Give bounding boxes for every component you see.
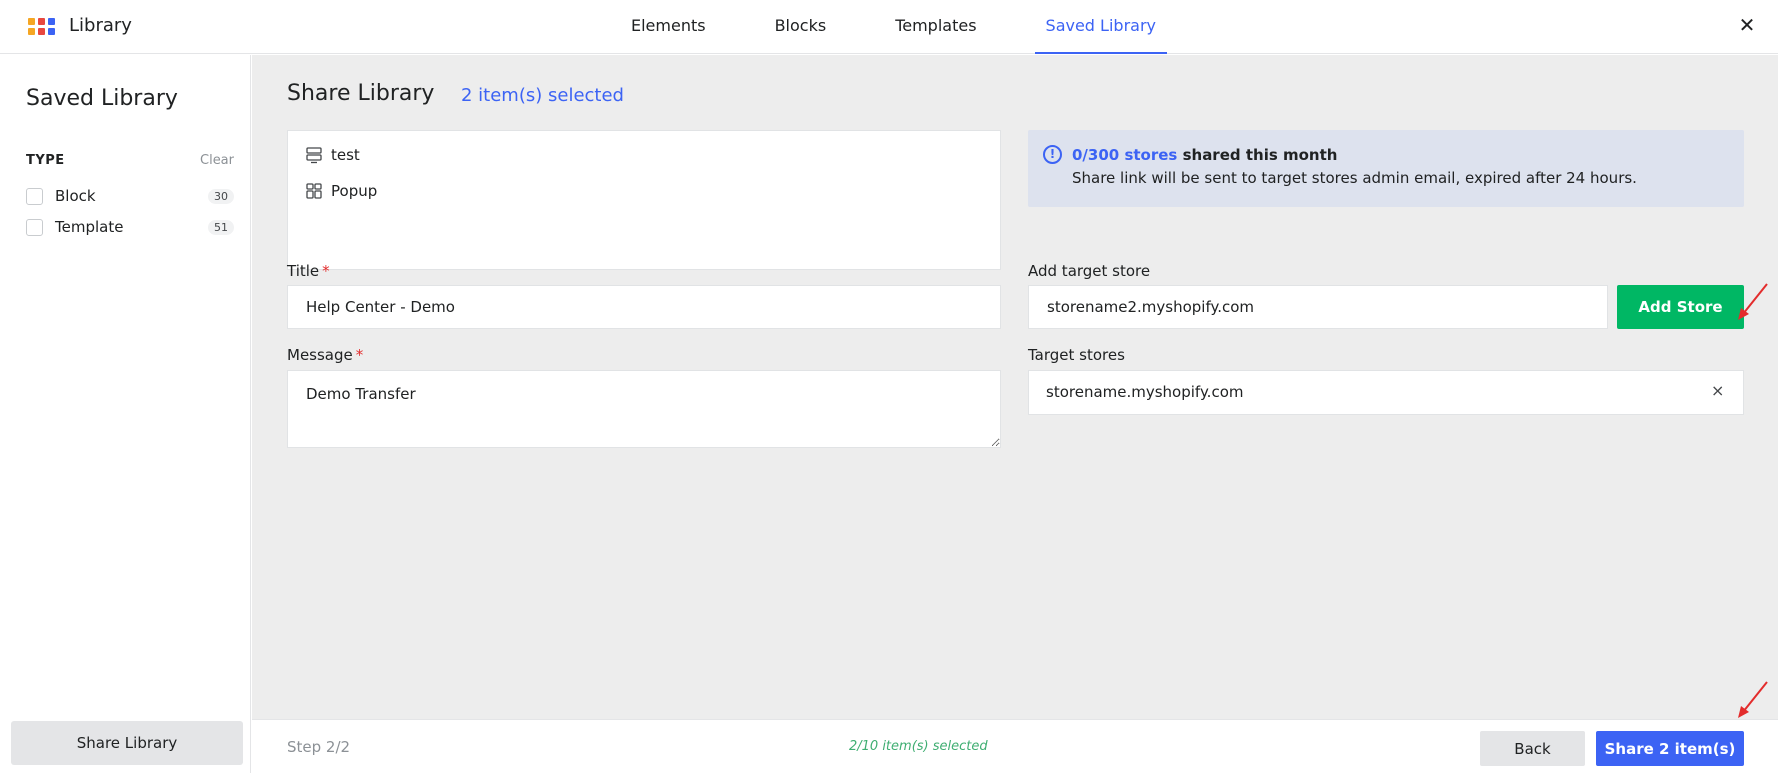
add-store-button[interactable]: Add Store xyxy=(1617,285,1744,329)
filter-block[interactable]: Block 30 xyxy=(26,185,234,207)
tab-blocks[interactable]: Blocks xyxy=(764,0,838,54)
annotation-arrow-icon xyxy=(1738,681,1768,718)
count-badge: 30 xyxy=(208,188,234,204)
selected-items-list: test Popup xyxy=(287,130,1001,270)
tab-saved-library[interactable]: Saved Library xyxy=(1034,0,1167,54)
tab-elements[interactable]: Elements xyxy=(620,0,717,54)
message-field[interactable]: Demo Transfer xyxy=(287,370,1001,448)
list-item: test xyxy=(305,146,360,164)
popup-icon xyxy=(306,183,322,199)
selected-count: 2 item(s) selected xyxy=(461,85,624,106)
top-bar: Library Elements Blocks Templates Saved … xyxy=(0,0,1778,54)
share-items-button[interactable]: Share 2 item(s) xyxy=(1596,731,1744,766)
filter-label: Block xyxy=(55,187,96,205)
section-icon xyxy=(306,147,322,164)
page-title: Share Library xyxy=(287,81,435,106)
add-target-label: Add target store xyxy=(1028,262,1151,280)
footer-selected-count: 2/10 item(s) selected xyxy=(849,739,988,754)
share-library-button[interactable]: Share Library xyxy=(11,721,243,765)
count-badge: 51 xyxy=(208,219,234,235)
tab-bar: Elements Blocks Templates Saved Library xyxy=(620,0,1214,54)
footer-bar: Step 2/2 2/10 item(s) selected Back Shar… xyxy=(252,719,1778,773)
sidebar: Saved Library TYPE Clear Block 30 Templa… xyxy=(0,55,251,773)
template-checkbox[interactable] xyxy=(26,218,43,236)
message-label: Message * xyxy=(287,346,364,364)
step-indicator: Step 2/2 xyxy=(287,738,351,756)
info-icon: ! xyxy=(1043,145,1062,164)
target-store-name: storename.myshopify.com xyxy=(1046,383,1244,401)
sidebar-title: Saved Library xyxy=(26,86,178,111)
filter-label: Template xyxy=(55,218,124,236)
block-checkbox[interactable] xyxy=(26,187,43,205)
annotation-arrow-icon xyxy=(1738,283,1768,320)
list-item: Popup xyxy=(305,182,377,200)
target-store-input[interactable] xyxy=(1028,285,1608,329)
filter-heading: TYPE xyxy=(26,153,65,168)
clear-filters-link[interactable]: Clear xyxy=(200,153,234,168)
item-name: Popup xyxy=(331,182,378,200)
title-field[interactable] xyxy=(287,285,1001,329)
remove-store-icon[interactable]: × xyxy=(1711,381,1724,400)
tab-templates[interactable]: Templates xyxy=(884,0,987,54)
filter-template[interactable]: Template 51 xyxy=(26,216,234,238)
item-name: test xyxy=(331,146,360,164)
app-title: Library xyxy=(69,15,132,36)
title-label: Title * xyxy=(287,262,330,280)
library-logo-icon xyxy=(28,18,55,35)
back-button[interactable]: Back xyxy=(1480,731,1585,766)
main-panel: Share Library 2 item(s) selected test Po… xyxy=(252,55,1778,719)
close-icon[interactable]: ✕ xyxy=(1735,13,1759,37)
info-banner: ! 0/300 stores shared this month Share l… xyxy=(1028,130,1744,207)
info-description: Share link will be sent to target stores… xyxy=(1072,169,1637,187)
info-headline: 0/300 stores shared this month xyxy=(1072,146,1338,164)
target-stores-label: Target stores xyxy=(1028,346,1125,364)
target-store-row: storename.myshopify.com × xyxy=(1028,370,1744,415)
